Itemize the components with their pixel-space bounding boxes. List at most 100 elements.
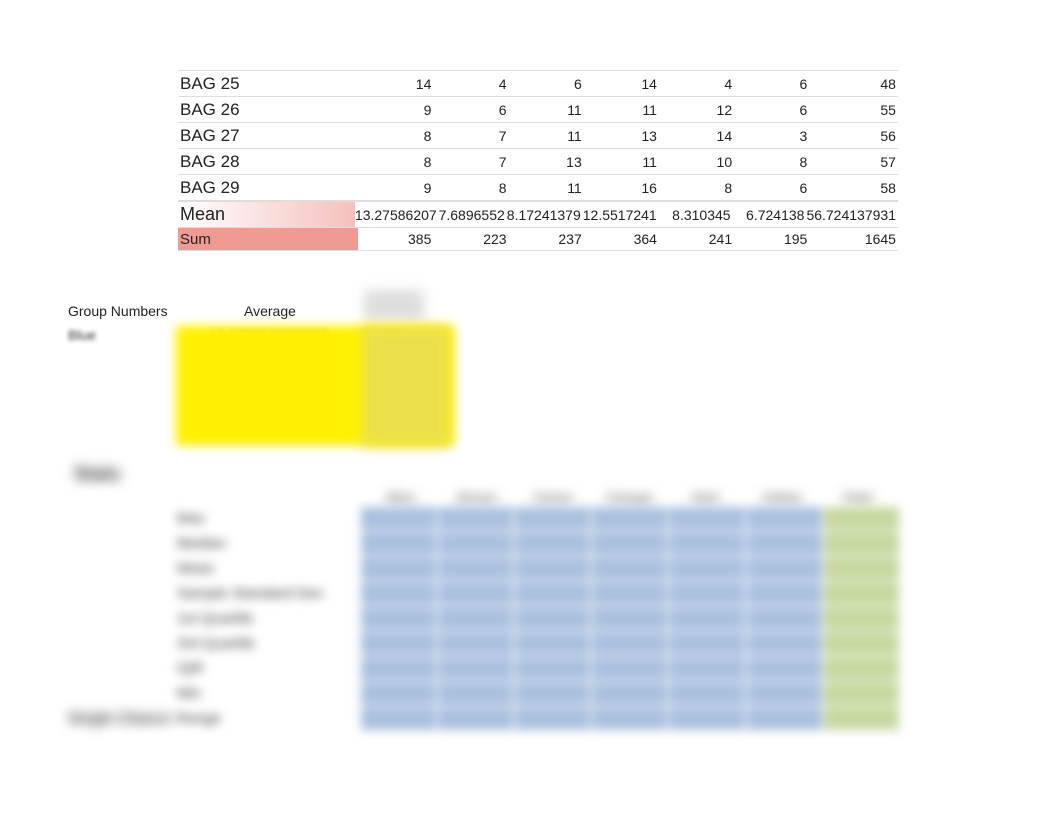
stats-cell xyxy=(746,606,823,631)
bag-label: BAG 29 xyxy=(178,178,358,198)
bag-label: BAG 26 xyxy=(178,100,358,120)
mean-c1: 7.6896552 xyxy=(433,207,507,223)
mean-c0: 13.27586207 xyxy=(355,207,433,223)
bag-cell: 13 xyxy=(584,128,659,144)
stats-cell xyxy=(746,531,823,556)
stats-cell xyxy=(437,681,514,706)
stats-cell xyxy=(437,506,514,531)
stats-cell xyxy=(514,656,591,681)
stats-cell xyxy=(437,581,514,606)
sum-c0: 385 xyxy=(358,231,433,247)
stats-cell xyxy=(591,706,668,731)
stats-row: Min xyxy=(68,681,900,706)
stats-row: IQR xyxy=(68,656,900,681)
bag-cell: 56 xyxy=(809,128,898,144)
bag-cell: 4 xyxy=(433,76,508,92)
bag-cell: 12 xyxy=(659,102,734,118)
bag-cell: 9 xyxy=(358,102,433,118)
bag-cell: 55 xyxy=(809,102,898,118)
table-row: BAG 2887131110857 xyxy=(178,148,898,174)
stats-cell xyxy=(591,506,668,531)
bag-cell: 8 xyxy=(734,154,809,170)
stats-cell xyxy=(437,656,514,681)
stats-head: Blue Brown Green Orange Red Yellow Total xyxy=(68,490,900,506)
stats-cell xyxy=(437,631,514,656)
bag-cell: 9 xyxy=(358,180,433,196)
stats-cell xyxy=(591,556,668,581)
table-row: BAG 2696111112655 xyxy=(178,96,898,122)
group-r0c1: Blue xyxy=(68,327,96,343)
group-h2: Average xyxy=(244,303,364,319)
stats-cell xyxy=(746,581,823,606)
stats-row-label: Min xyxy=(177,685,360,702)
stats-cell xyxy=(360,606,437,631)
stats-cell xyxy=(668,656,745,681)
bag-cell: 6 xyxy=(734,76,809,92)
bag-table: BAG 251446144648BAG 2696111112655BAG 278… xyxy=(178,70,898,251)
bag-cell: 11 xyxy=(509,180,584,196)
bag-cell: 8 xyxy=(659,180,734,196)
bag-cell: 16 xyxy=(584,180,659,196)
bag-cell: 57 xyxy=(809,154,898,170)
stats-cell xyxy=(360,531,437,556)
stats-row: Mean xyxy=(68,556,900,581)
bag-label: BAG 27 xyxy=(178,126,358,146)
stats-cell xyxy=(746,556,823,581)
stats-cell xyxy=(746,631,823,656)
stats-cell xyxy=(823,531,900,556)
group-h1: Group Numbers xyxy=(68,303,244,319)
stats-cell xyxy=(360,581,437,606)
stats-body: Max Median MeanSample Standard Dev 1st Quar… xyxy=(68,506,900,731)
stats-cell xyxy=(360,556,437,581)
stats-cell xyxy=(668,556,745,581)
stats-cell xyxy=(360,656,437,681)
stats-cell xyxy=(823,556,900,581)
stats-cell xyxy=(746,706,823,731)
stats-cell xyxy=(823,681,900,706)
stats-cell xyxy=(360,681,437,706)
stats-col-1: Brown xyxy=(439,490,515,506)
stats-cell xyxy=(514,631,591,656)
stats-row: 3rd Quartile xyxy=(68,631,900,656)
stats-cell xyxy=(823,506,900,531)
stats-cell xyxy=(591,606,668,631)
stats-cell xyxy=(360,506,437,531)
stats-cell xyxy=(823,706,900,731)
stats-block: Stats Blue Brown Green Orange Red Yellow… xyxy=(68,464,900,731)
mean-c6: 56.724137931 xyxy=(806,207,898,223)
mean-label: Mean xyxy=(178,202,355,227)
stats-cell xyxy=(437,606,514,631)
stats-cell xyxy=(746,656,823,681)
mean-c2: 8.17241379 xyxy=(507,207,583,223)
bag-cell: 7 xyxy=(433,128,508,144)
stats-cell xyxy=(360,706,437,731)
sum-label: Sum xyxy=(178,228,358,250)
bag-cell: 4 xyxy=(659,76,734,92)
bag-cell: 6 xyxy=(734,180,809,196)
stats-cell xyxy=(668,531,745,556)
stats-row: Sample Standard Dev xyxy=(68,581,900,606)
stats-cell xyxy=(668,606,745,631)
stats-cell xyxy=(668,506,745,531)
bag-label: BAG 28 xyxy=(178,152,358,172)
stats-row-label: Max xyxy=(177,510,360,527)
stats-cell xyxy=(514,581,591,606)
bag-cell: 3 xyxy=(734,128,809,144)
bag-cell: 7 xyxy=(433,154,508,170)
bag-cell: 8 xyxy=(433,180,508,196)
bag-cell: 11 xyxy=(584,102,659,118)
stats-cell xyxy=(514,706,591,731)
stats-row-label: 1st Quartile xyxy=(177,610,360,627)
bag-cell: 58 xyxy=(809,180,898,196)
sum-c4: 241 xyxy=(659,231,734,247)
bag-cell: 13 xyxy=(509,154,584,170)
bag-cell: 6 xyxy=(509,76,584,92)
mean-row: Mean 13.27586207 7.6896552 8.17241379 12… xyxy=(178,201,898,227)
stats-cell xyxy=(668,681,745,706)
stats-title: Stats xyxy=(74,464,900,486)
stats-col-6: Total xyxy=(819,490,895,506)
stats-row-label: Median xyxy=(177,535,360,552)
bag-cell: 11 xyxy=(584,154,659,170)
mean-c4: 8.310345 xyxy=(659,207,733,223)
bag-cell: 10 xyxy=(659,154,734,170)
